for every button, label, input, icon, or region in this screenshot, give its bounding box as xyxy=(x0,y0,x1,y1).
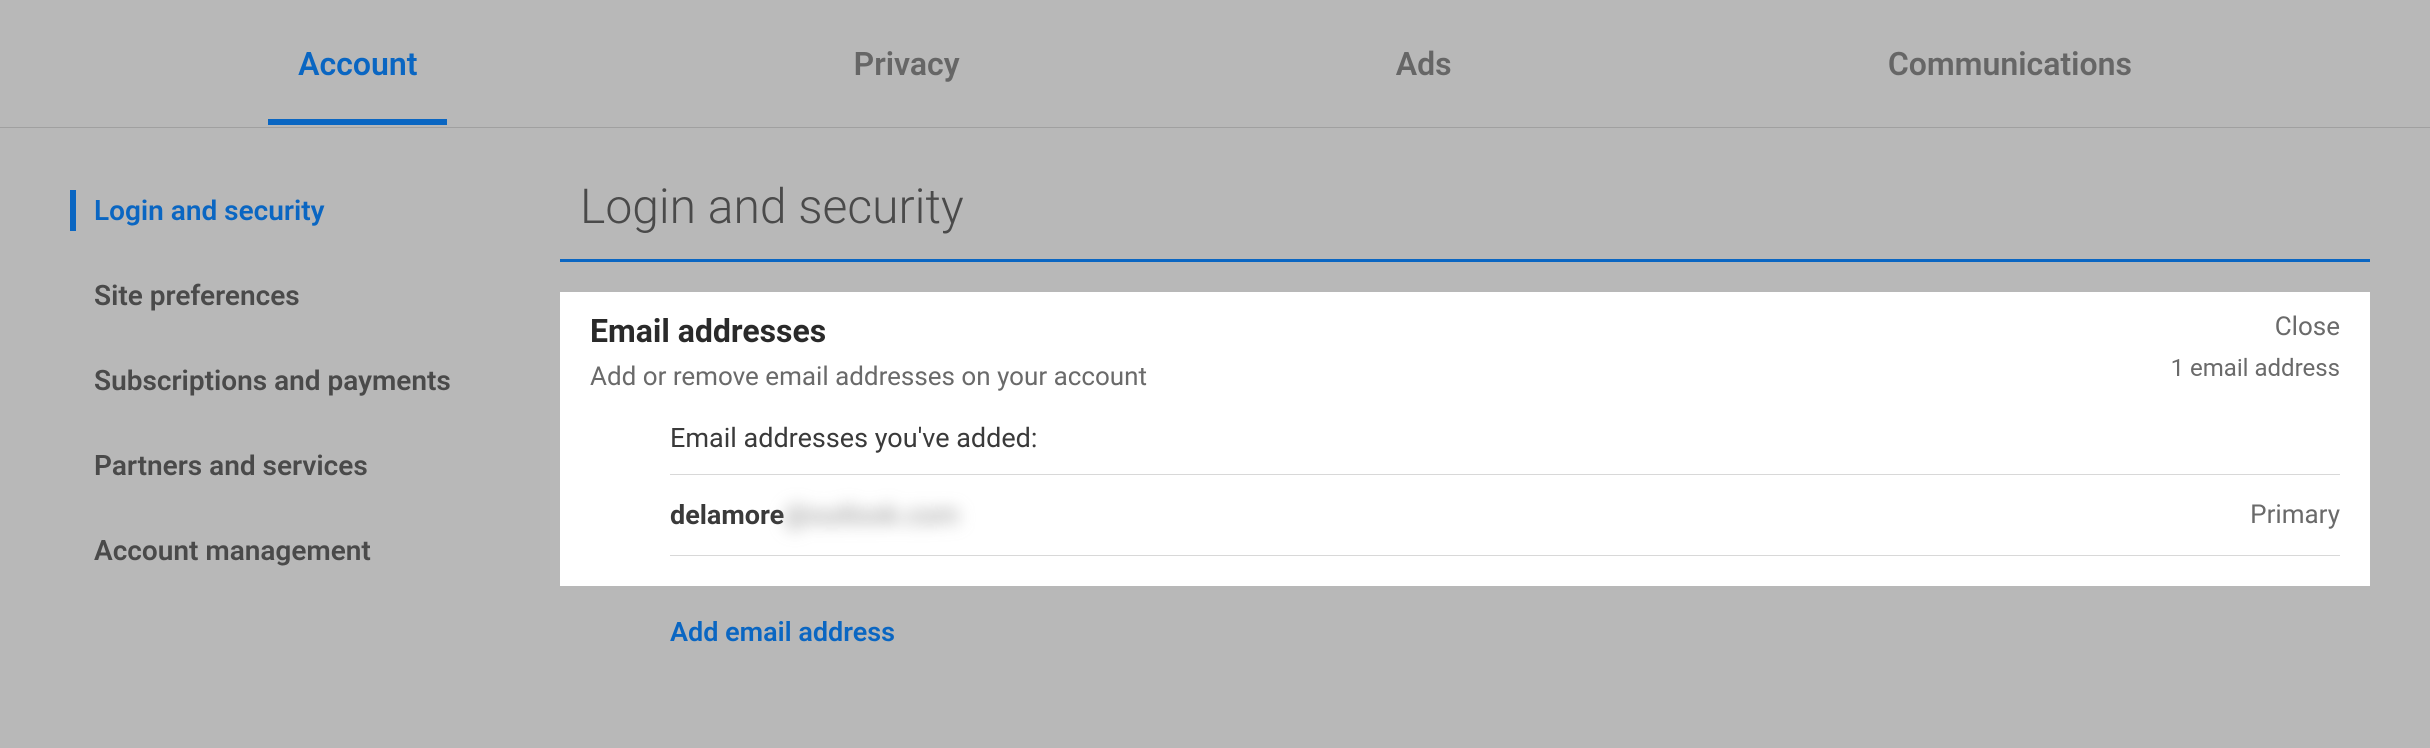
add-email-link[interactable]: Add email address xyxy=(560,586,895,648)
tab-ads[interactable]: Ads xyxy=(1366,5,1482,123)
email-row: delamore@outlook.com Primary xyxy=(670,475,2340,555)
sidebar-item-label: Site preferences xyxy=(94,279,300,312)
page-title: Login and security xyxy=(560,178,2370,262)
sidebar-item-login-security[interactable]: Login and security xyxy=(70,178,560,243)
tab-account[interactable]: Account xyxy=(268,5,447,123)
close-button[interactable]: Close xyxy=(2171,312,2340,342)
sidebar-item-label: Account management xyxy=(94,534,371,567)
email-list-title: Email addresses you've added: xyxy=(670,422,2340,454)
sidebar-item-partners-services[interactable]: Partners and services xyxy=(70,433,560,498)
sidebar-item-label: Login and security xyxy=(94,194,325,227)
sidebar-item-label: Subscriptions and payments xyxy=(94,364,451,397)
primary-badge: Primary xyxy=(2250,500,2340,530)
email-address-hidden: @outlook.com xyxy=(784,499,959,531)
sidebar-item-site-preferences[interactable]: Site preferences xyxy=(70,263,560,328)
email-address-visible: delamore xyxy=(670,499,784,531)
panel-subtitle: Add or remove email addresses on your ac… xyxy=(590,362,2171,392)
tab-communications[interactable]: Communications xyxy=(1858,5,2162,123)
main-content: Login and security Email addresses Add o… xyxy=(560,178,2430,648)
sidebar: Login and security Site preferences Subs… xyxy=(0,178,560,648)
panel-title: Email addresses xyxy=(590,312,2171,350)
sidebar-item-account-management[interactable]: Account management xyxy=(70,518,560,583)
sidebar-item-subscriptions-payments[interactable]: Subscriptions and payments xyxy=(70,348,560,413)
email-addresses-panel: Email addresses Add or remove email addr… xyxy=(560,292,2370,586)
tab-privacy[interactable]: Privacy xyxy=(824,5,990,123)
top-tabs: Account Privacy Ads Communications xyxy=(0,0,2430,128)
divider xyxy=(670,555,2340,556)
sidebar-item-label: Partners and services xyxy=(94,449,368,482)
email-count: 1 email address xyxy=(2171,354,2340,382)
email-address: delamore@outlook.com xyxy=(670,499,959,531)
